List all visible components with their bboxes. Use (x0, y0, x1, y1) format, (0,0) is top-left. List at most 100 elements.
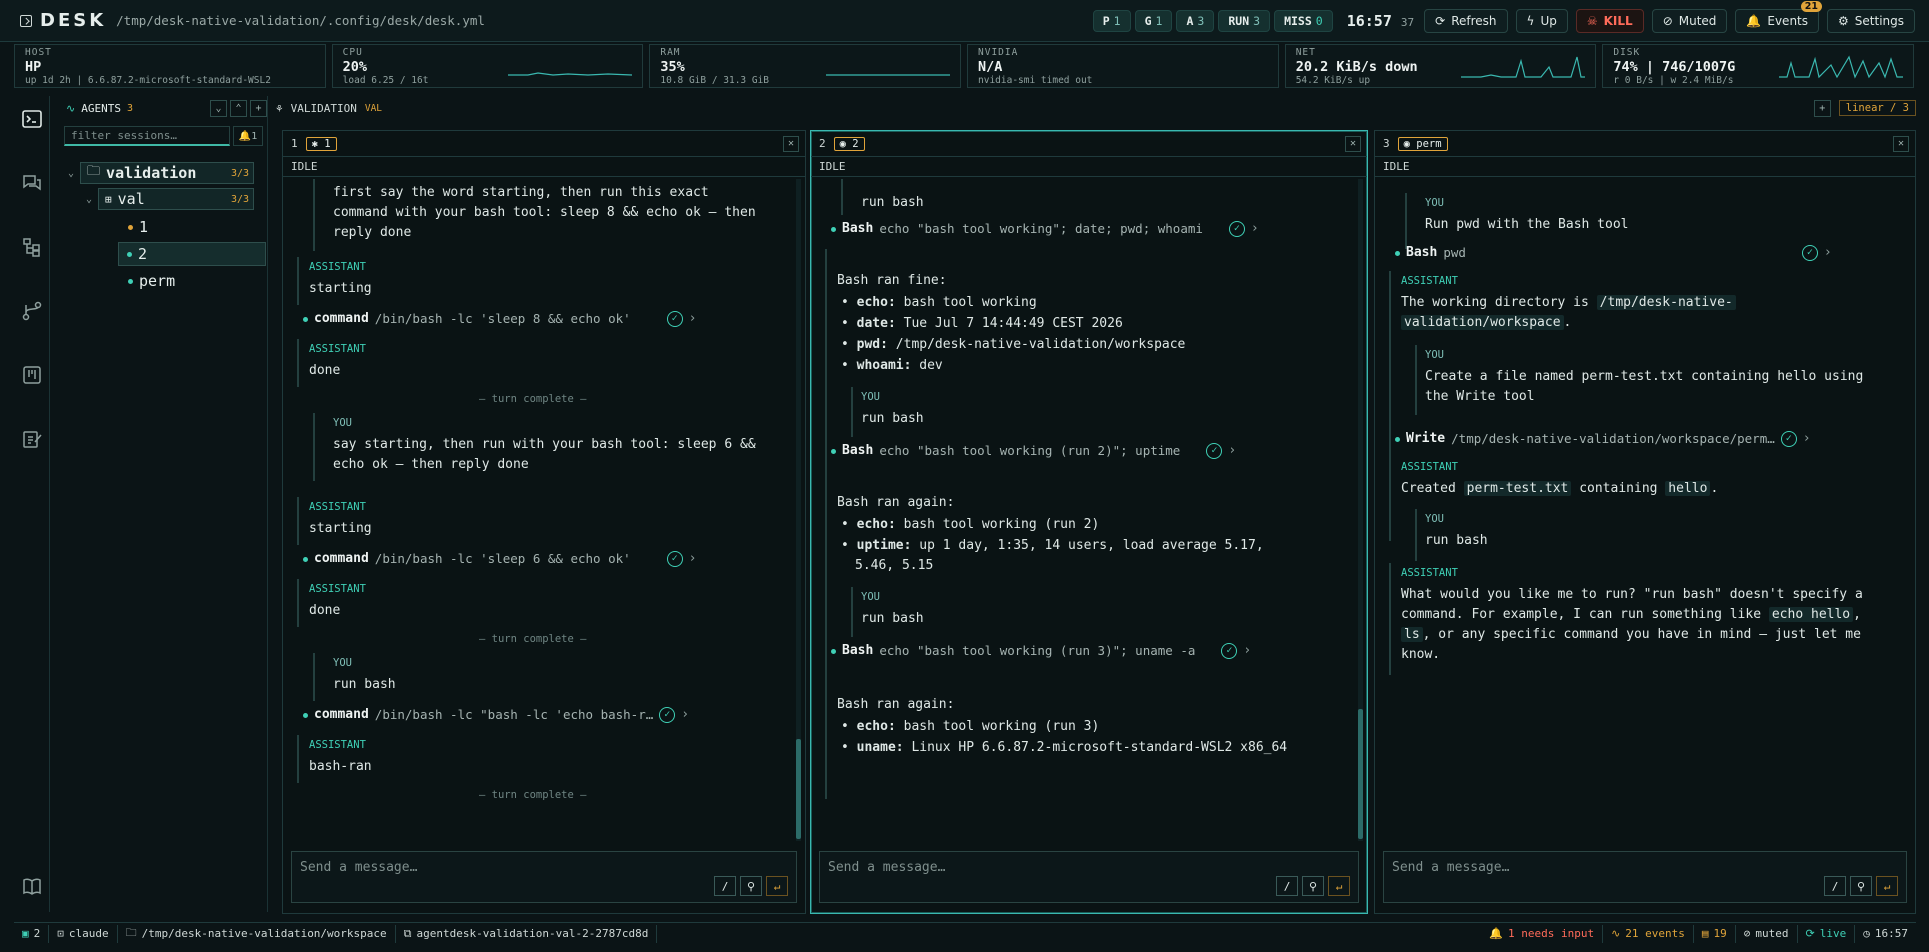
user-message: first say the word starting, then run th… (333, 185, 756, 240)
up-button[interactable]: ϟ Up (1515, 8, 1568, 33)
tool-call-row[interactable]: command /bin/bash -lc "bash -lc 'echo ba… (303, 705, 689, 725)
attach-icon[interactable]: ⚲ (740, 876, 762, 896)
tool-call-row[interactable]: Bash echo "bash tool working"; date; pwd… (831, 219, 1259, 239)
message-composer[interactable]: Send a message… / ⚲ ↵ (1383, 851, 1907, 903)
pill-miss[interactable]: MISS 0 (1274, 9, 1333, 32)
status-live[interactable]: ⟳ live (1798, 924, 1856, 943)
cpu-sparkline (508, 72, 633, 76)
close-pane-button[interactable]: ✕ (783, 135, 799, 152)
close-pane-button[interactable]: ✕ (1345, 135, 1361, 152)
send-button[interactable]: ↵ (766, 876, 788, 896)
add-agent-button[interactable]: + (250, 99, 267, 117)
muted-button[interactable]: ⊘ Muted (1651, 8, 1728, 33)
filter-sessions-input[interactable]: filter sessions… (64, 126, 230, 146)
bell-icon: 🔔 (1746, 13, 1762, 28)
assistant-message: bash-ran (309, 759, 372, 774)
tool-call-row[interactable]: command /bin/bash -lc 'sleep 6 && echo o… (303, 549, 697, 569)
tree-item-1[interactable]: 1 (122, 216, 266, 238)
notes-icon[interactable] (21, 428, 43, 450)
chevron-right-icon: › (1802, 431, 1811, 446)
slash-command-button[interactable]: / (1824, 876, 1846, 896)
you-label: YOU (861, 391, 880, 403)
send-button[interactable]: ↵ (1876, 876, 1898, 896)
refresh-icon: ⟳ (1435, 13, 1446, 28)
chevron-right-icon: › (1243, 643, 1252, 658)
attach-icon[interactable]: ⚲ (1302, 876, 1324, 896)
chevron-right-icon: › (1250, 221, 1259, 236)
status-session[interactable]: ▣ 2 (14, 924, 50, 943)
send-button[interactable]: ↵ (1328, 876, 1350, 896)
tree-item-2[interactable]: 2 (118, 242, 266, 266)
assistant-message: know. (1401, 647, 1441, 662)
pane-chip[interactable]: ◉ perm (1397, 136, 1448, 151)
pane-chip[interactable]: ◉ 2 (833, 136, 865, 151)
board-icon[interactable] (21, 364, 43, 386)
assistant-message: ls, or any specific command you have in … (1401, 625, 1861, 645)
pane-chip[interactable]: ✱ 1 (305, 136, 337, 151)
settings-button[interactable]: ⚙ Settings (1827, 8, 1915, 33)
tool-call-row[interactable]: command /bin/bash -lc 'sleep 8 && echo o… (303, 309, 697, 329)
terminal-icon[interactable] (21, 108, 43, 130)
sub-label: val (117, 190, 145, 208)
pill-a[interactable]: A3 (1176, 9, 1215, 32)
metric-host: HOST HP up 1d 2h | 6.6.87.2-microsoft-st… (14, 44, 326, 88)
scrollbar[interactable] (796, 179, 801, 841)
git-branch-icon[interactable] (21, 300, 43, 322)
filter-notify-button[interactable]: 🔔 1 (233, 126, 263, 146)
lock-icon: ⊡ (57, 927, 64, 940)
tree-sub-val[interactable]: ⌄ ⊞ val 3/3 (86, 188, 266, 210)
chat-icon[interactable] (21, 172, 43, 194)
close-pane-button[interactable]: ✕ (1893, 135, 1909, 152)
message-composer[interactable]: Send a message… / ⚲ ↵ (291, 851, 797, 903)
kill-button[interactable]: ☠ KILL (1575, 8, 1644, 33)
pill-run[interactable]: RUN 3 (1218, 9, 1271, 32)
assistant-message: Bash ran again: (837, 697, 955, 712)
add-pane-button[interactable]: + (1813, 99, 1831, 117)
status-id[interactable]: ⧉ agentdesk-validation-val-2-2787cd8d (396, 924, 658, 943)
pill-p[interactable]: P1 (1092, 9, 1131, 32)
events-button[interactable]: 🔔 Events 21 (1735, 0, 1823, 33)
tool-call-row[interactable]: Bash pwd ✓ › (1395, 243, 1832, 263)
tool-call-row[interactable]: Write /tmp/desk-native-validation/worksp… (1395, 429, 1811, 449)
check-icon: ✓ (1228, 221, 1245, 237)
assistant-label: ASSISTANT (309, 501, 366, 513)
tool-name: Write (1406, 431, 1446, 446)
status-muted[interactable]: ⊘ muted (1736, 924, 1798, 943)
collapse-all-button[interactable]: ⌄ (210, 99, 227, 117)
slash-command-button[interactable]: / (1276, 876, 1298, 896)
refresh-button[interactable]: ⟳ Refresh (1424, 8, 1508, 33)
status-events[interactable]: ∿ 21 events (1603, 924, 1694, 943)
attach-icon[interactable]: ⚲ (1850, 876, 1872, 896)
scrollbar[interactable] (1358, 179, 1363, 841)
slash-command-button[interactable]: / (714, 876, 736, 896)
book-icon[interactable] (21, 876, 43, 898)
mute-icon: ⊘ (1743, 927, 1751, 940)
metric-label: NVIDIA (978, 47, 1019, 58)
tree-item-perm[interactable]: perm (122, 270, 266, 292)
pane-index: 1 (291, 137, 298, 150)
tree-icon[interactable] (21, 236, 43, 258)
status-dot (831, 448, 836, 454)
status-cwd[interactable]: 🗀/tmp/desk-native-validation/workspace (118, 924, 396, 943)
grid-icon: ⊞ (105, 192, 112, 206)
turn-complete: — turn complete — (479, 633, 587, 645)
clock: 16:57 37 (1346, 11, 1415, 30)
layout-toggle[interactable]: linear / 3 (1838, 100, 1916, 116)
message-composer[interactable]: Send a message… / ⚲ ↵ (819, 851, 1359, 903)
status-agent[interactable]: ⊡ claude (49, 924, 118, 943)
status-needs-input[interactable]: 🔔 1 needs input (1481, 924, 1604, 943)
tool-arg: echo "bash tool working"; date; pwd; who… (879, 221, 1203, 236)
activity-icon: ∿ (1611, 927, 1621, 940)
tool-call-row[interactable]: Bash echo "bash tool working (run 3)"; u… (831, 641, 1251, 661)
tool-arg: echo "bash tool working (run 2)"; uptime (879, 443, 1181, 458)
item-label: perm (139, 272, 176, 290)
tree-group-validation[interactable]: ⌄ 🗀 validation 3/3 (68, 162, 266, 184)
status-messages[interactable]: ▤ 19 (1694, 924, 1736, 943)
user-message: say starting, then run with your bash to… (333, 437, 756, 472)
tool-call-row[interactable]: Bash echo "bash tool working (run 2)"; u… (831, 441, 1236, 461)
status-dot (1395, 436, 1400, 442)
metric-net: NET 20.2 KiB/s down 54.2 KiB/s up (1284, 44, 1597, 88)
expand-all-button[interactable]: ⌃ (230, 99, 247, 117)
pill-g[interactable]: G1 (1134, 9, 1173, 32)
metric-ram: RAM 35% 10.8 GiB / 31.3 GiB (649, 44, 962, 88)
